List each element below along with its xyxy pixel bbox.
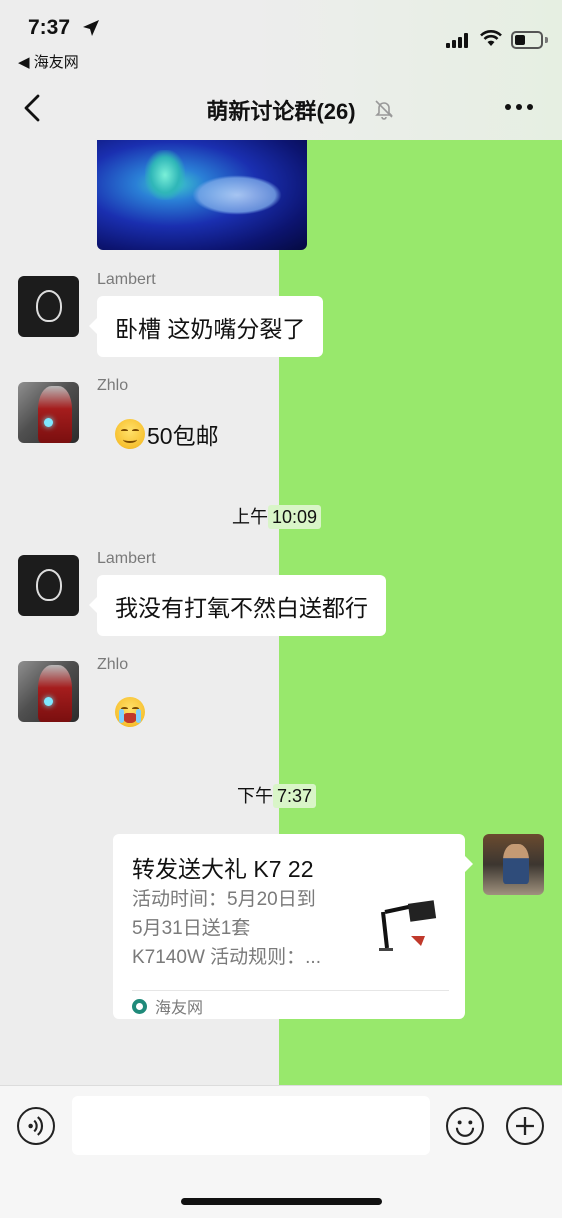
smile-emoji-icon — [115, 419, 145, 449]
message-bubble[interactable]: 卧槽 这奶嘴分裂了 — [88, 296, 324, 357]
sender-name: Zhlo — [97, 656, 129, 673]
sender-name: Lambert — [97, 271, 156, 288]
card-description: 活动时间：5月20日到 5月31日送1套 K7140W 活动规则：... — [132, 889, 321, 968]
member-count: (26) — [316, 99, 356, 124]
location-arrow-icon — [83, 20, 99, 36]
avatar-zhlo[interactable] — [18, 661, 79, 722]
message-text: 卧槽 这奶嘴分裂了 — [115, 315, 306, 342]
home-indicator — [181, 1198, 382, 1205]
avatar-me[interactable] — [483, 834, 544, 895]
top-bar: 7:37 ◀ 海友网 萌新讨论群(26) — [0, 0, 562, 140]
back-to-app-link[interactable]: ◀ 海友网 — [18, 51, 79, 72]
cellular-signal-icon — [446, 33, 472, 48]
wifi-icon — [480, 30, 502, 46]
sender-name: Lambert — [97, 550, 156, 567]
crying-emoji-icon — [115, 697, 145, 727]
message-emoji-text[interactable]: 50包邮 — [115, 418, 219, 450]
avatar-lambert[interactable] — [18, 276, 79, 337]
plus-icon[interactable] — [506, 1107, 544, 1145]
chat-title: 萌新讨论群(26) — [0, 94, 562, 126]
battery-cap — [545, 37, 548, 43]
avatar-lambert[interactable] — [18, 555, 79, 616]
timestamp: 下午 7:37 — [231, 779, 322, 811]
avatar-zhlo[interactable] — [18, 382, 79, 443]
message-bubble[interactable]: 我没有打氧不然白送都行 — [89, 575, 386, 636]
message-text: 50包邮 — [147, 423, 219, 449]
message-input[interactable] — [72, 1096, 430, 1155]
status-time: 7:37 — [28, 16, 71, 39]
message-text: 我没有打氧不然白送都行 — [115, 594, 368, 621]
source-logo-icon — [132, 998, 147, 1014]
message-emoji[interactable] — [115, 696, 147, 728]
voice-icon[interactable] — [17, 1107, 55, 1145]
card-source: 海友网 — [132, 994, 203, 1018]
card-divider — [132, 990, 449, 991]
emoji-icon[interactable] — [446, 1107, 484, 1145]
bell-slash-icon — [375, 100, 393, 120]
product-thumbnail — [373, 892, 445, 966]
battery-icon — [511, 31, 543, 49]
group-name: 萌新讨论群 — [206, 99, 317, 124]
image-message[interactable] — [97, 140, 307, 250]
card-title: 转发送大礼 K7 22 — [132, 856, 314, 882]
more-dots-icon[interactable] — [505, 104, 535, 112]
sender-name: Zhlo — [97, 377, 129, 394]
link-card-message[interactable]: 转发送大礼 K7 22 活动时间：5月20日到 5月31日送1套 K7140W … — [113, 834, 473, 1019]
timestamp: 上午 10:09 — [226, 500, 327, 532]
